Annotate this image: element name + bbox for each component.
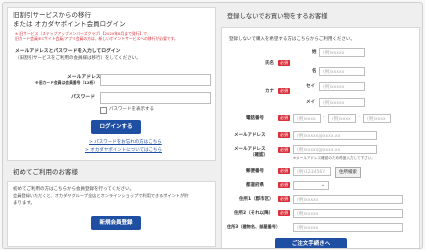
login-title: または オカダヤポイント会員ログイン xyxy=(13,20,126,28)
address2-required-badge: 必須 xyxy=(278,210,290,216)
sei-label: 姓 xyxy=(312,50,317,55)
email-sub-label: ※旧カード会員は会員番号（12桁） xyxy=(35,80,98,85)
guest-email-input[interactable]: (例)xxxxx@xxxx.xx xyxy=(293,131,377,140)
email-confirm-note: ※メールアドレス確認のため再度入力して下さい。 xyxy=(293,156,375,160)
zip-label: 郵便番号 xyxy=(246,169,264,174)
show-password-label: パスワードを表示する xyxy=(109,107,154,112)
login-box-title: メールアドレスとパスワードを入力してログイン xyxy=(15,49,121,54)
sei-kana-label: セイ xyxy=(306,84,315,89)
address1-required-badge: 必須 xyxy=(278,196,290,202)
migration-title: 旧割引サービスからの移行 xyxy=(13,11,91,19)
address1-input[interactable]: (例)xxxxx xyxy=(293,195,403,204)
kana-label: カナ xyxy=(265,89,274,94)
guest-title: 登録しないでお買い物をするお客様 xyxy=(227,13,328,20)
mei-input[interactable]: (例)xxxxx xyxy=(319,67,365,76)
prefecture-required-badge: 必須 xyxy=(278,182,290,188)
email-confirm-label: メールアドレス xyxy=(234,147,266,152)
address1-label: 住所1（郡市区） xyxy=(239,197,274,202)
mei-kana-input[interactable]: (例)xxxxx xyxy=(319,98,365,107)
page-frame: 旧割引サービスからの移行 または オカダヤポイント会員ログイン ※ 旧サービス（… xyxy=(2,2,423,249)
login-box-sub: （旧割引サービスをご利用の会員様は移行）をしてください。 xyxy=(15,56,141,61)
chevron-down-icon: ⌄ xyxy=(321,182,326,188)
address2-label: 住所2（それ以降） xyxy=(234,211,274,216)
email-confirm-sub: （確認） xyxy=(250,153,268,158)
phone-input-2[interactable]: (例)xxxx xyxy=(328,114,356,123)
first-time-text-2: 会員登録いただくと、オカダヤグループ全店とオンラインショップで利用できるポイント… xyxy=(13,193,189,198)
zip-required-badge: 必須 xyxy=(278,168,290,174)
name-required-badge: 必須 xyxy=(278,60,290,66)
phone-input-3[interactable]: (例)xxxx xyxy=(363,114,391,123)
phone-dash-1: - xyxy=(323,115,325,120)
email-label-guest: メールアドレス xyxy=(234,133,266,138)
mei-label: 名 xyxy=(312,69,317,74)
login-password-input[interactable] xyxy=(100,92,211,104)
guest-intro: 登録しないで購入を希望する方はこちらからご利用ください。 xyxy=(229,37,355,42)
prefecture-label: 都道府県 xyxy=(246,183,264,188)
guest-email-confirm-input[interactable]: (例)xxxxx@xxxx.xx xyxy=(293,145,377,154)
register-button[interactable]: 新規会員登録 xyxy=(91,216,141,230)
name-label: 氏名 xyxy=(265,61,274,66)
phone-required-badge: 必須 xyxy=(278,115,290,121)
address2-input[interactable]: (例)xxxxx xyxy=(293,209,403,218)
email-required-badge: 必須 xyxy=(278,132,290,138)
kana-required-badge: 必須 xyxy=(278,88,290,94)
mei-kana-label: メイ xyxy=(306,100,315,105)
email-confirm-required-badge: 必須 xyxy=(278,147,290,153)
first-time-text-3: まります。 xyxy=(13,201,36,206)
show-password-checkbox[interactable] xyxy=(100,107,107,114)
phone-label: 電話番号 xyxy=(246,116,264,121)
sei-input[interactable]: (例)xxxxx xyxy=(319,48,365,57)
phone-input-1[interactable]: (例)xxxx xyxy=(293,114,321,123)
forgot-password-link[interactable]: > パスワードをお忘れの方はこちら xyxy=(89,140,162,145)
about-points-link[interactable]: > オカダヤポイントについてはこちら xyxy=(85,148,162,153)
login-button[interactable]: ログインする xyxy=(91,120,141,134)
checkout-button[interactable]: ご注文手続きへ xyxy=(275,238,347,248)
zip-search-button[interactable]: 住所検索 xyxy=(335,167,361,178)
sei-kana-input[interactable]: (例)xxxxx xyxy=(319,82,365,91)
migration-note-2: 旧カード会員/ECサイト会員/アプリ会員の方は、新しいポイントサービスへの移行が… xyxy=(15,36,178,41)
address3-input[interactable]: (例)xxxxx xyxy=(293,223,403,232)
first-time-title: 初めてご利用のお客様 xyxy=(13,168,78,176)
address3-label: 住所3（建物名、部屋番号） xyxy=(227,224,281,229)
first-time-text-1: 初めてご利用の方はこちらから会員登録を行ってください。 xyxy=(13,187,135,192)
zip-input[interactable]: (例)1234567 xyxy=(293,167,331,176)
phone-dash-2: - xyxy=(358,115,360,120)
login-email-input[interactable] xyxy=(100,74,211,86)
password-label: パスワード xyxy=(71,95,95,100)
